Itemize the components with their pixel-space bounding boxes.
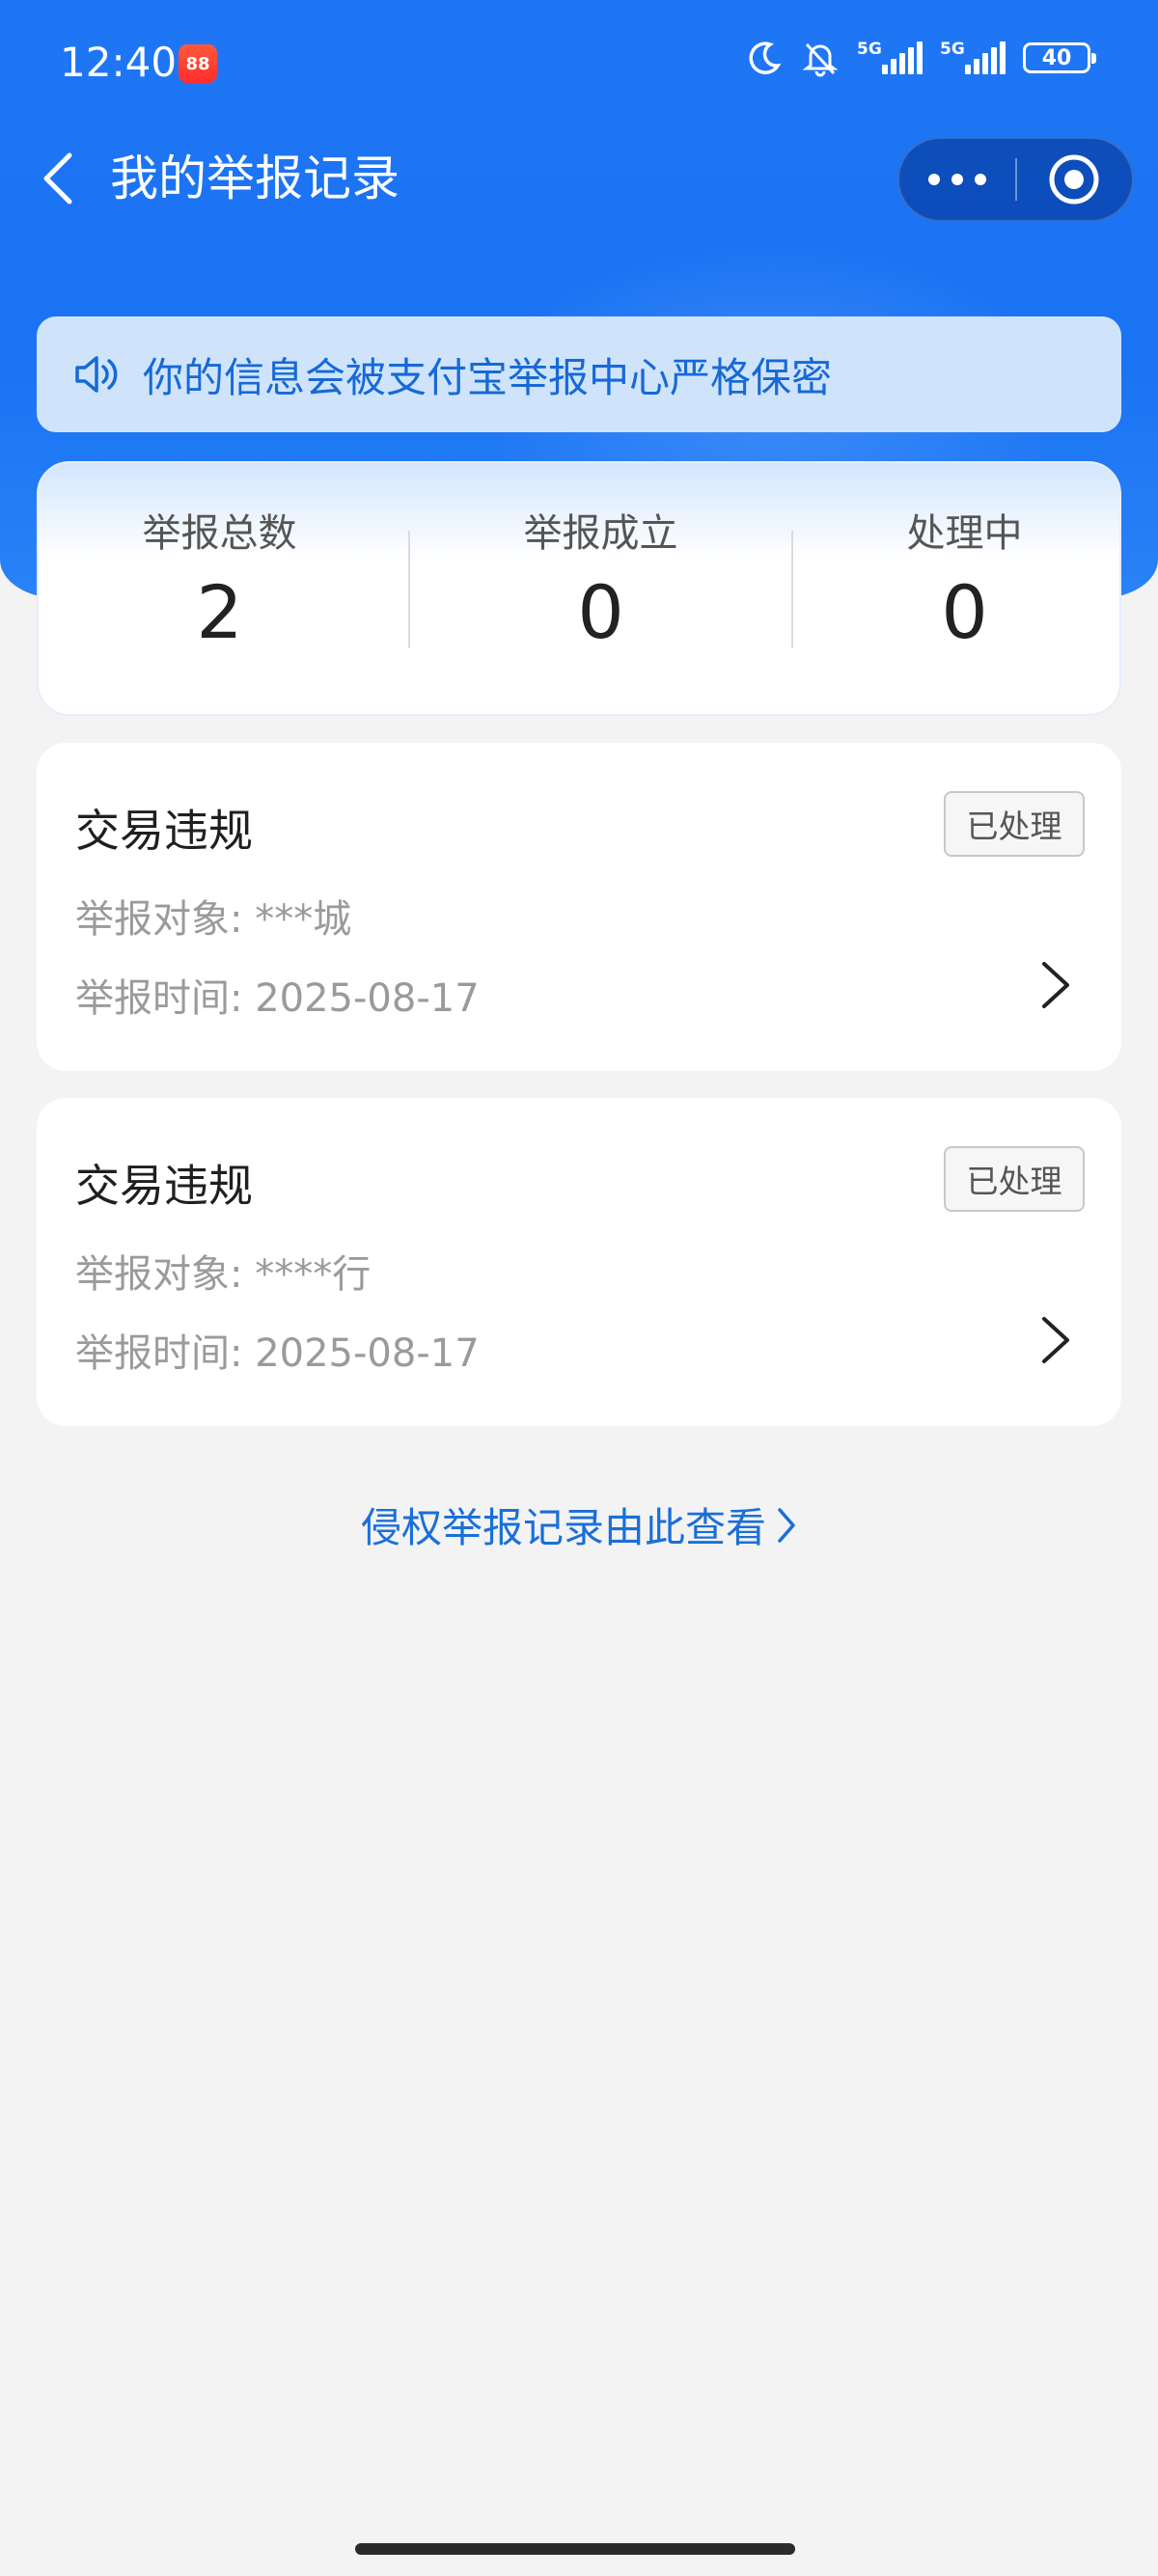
record-target: 举报对象: ****行 [75,1252,372,1297]
page-title: 我的举报记录 [110,151,400,206]
stat-established: 举报成立 0 [420,463,782,714]
record-card[interactable]: 交易违规 已处理 举报对象: ****行 举报时间: 2025-08-17 [37,1098,1121,1426]
stat-value: 2 [196,569,243,655]
infringement-records-link[interactable]: 侵权举报记录由此查看 [0,1495,1158,1554]
record-title: 交易违规 [75,1160,253,1212]
battery-icon: 40 [1023,42,1096,73]
chevron-right-icon [778,1507,795,1543]
record-time: 举报时间: 2025-08-17 [75,1331,480,1376]
target-icon [1049,154,1099,205]
record-time: 举报时间: 2025-08-17 [75,976,480,1021]
more-icon [927,174,986,185]
status-badge: 已处理 [944,1146,1085,1212]
stat-value: 0 [577,569,624,655]
close-miniapp-button[interactable] [1017,139,1133,220]
stat-divider [408,531,410,648]
back-button[interactable] [29,145,87,212]
record-card[interactable]: 交易违规 已处理 举报对象: ***城 举报时间: 2025-08-17 [37,743,1121,1071]
more-button[interactable] [899,139,1015,220]
status-time: 12:40 [60,39,178,86]
stat-total: 举报总数 2 [39,463,400,714]
stats-card: 举报总数 2 举报成立 0 处理中 0 [37,461,1121,716]
miniapp-capsule [897,137,1134,222]
privacy-notice: 你的信息会被支付宝举报中心严格保密 [37,316,1121,432]
notice-text: 你的信息会被支付宝举报中心严格保密 [143,353,833,401]
stat-label: 处理中 [906,511,1023,556]
moon-icon [749,41,782,74]
link-text: 侵权举报记录由此查看 [360,1504,766,1551]
stat-label: 举报成立 [523,511,678,556]
chevron-left-icon [43,152,72,205]
signal-icon: 5G [940,40,1006,74]
app-notification-icon: 88 [179,44,217,83]
record-title: 交易违规 [75,805,253,857]
signal-icon: 5G [857,40,923,74]
speaker-icon [75,356,118,393]
status-icons: 5G 5G 40 [745,39,1096,77]
status-bar: 12:40 88 5G 5G 40 [0,0,1158,130]
chevron-right-icon [1042,1317,1069,1363]
chevron-right-icon [1042,962,1069,1008]
stat-label: 举报总数 [142,511,297,556]
bell-off-icon [802,42,839,77]
home-indicator[interactable] [355,2543,795,2555]
stat-processing: 处理中 0 [784,463,1145,714]
record-target: 举报对象: ***城 [75,897,352,942]
status-badge: 已处理 [944,791,1085,857]
stat-value: 0 [941,569,988,655]
